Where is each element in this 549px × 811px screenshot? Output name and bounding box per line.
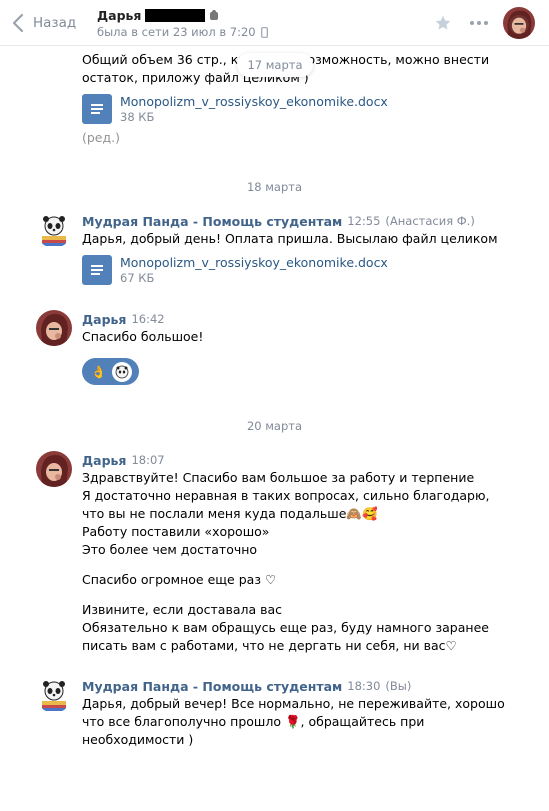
panda-icon	[36, 212, 72, 248]
peer-name: Дарья	[97, 7, 142, 23]
message-text: Обязательно к вам обращусь еще раз, буду…	[82, 620, 489, 635]
profile-photo	[503, 7, 535, 39]
back-button[interactable]: Назад	[12, 12, 76, 34]
chat-header: Назад Дарья была в сети 23 июл в 7:20	[0, 0, 549, 46]
panda-sticker-icon[interactable]	[112, 361, 133, 382]
message-time[interactable]: 18:30	[347, 679, 380, 693]
star-icon	[435, 15, 451, 30]
message-time[interactable]: 12:55	[347, 214, 380, 228]
peer-info[interactable]: Дарья была в сети 23 июл в 7:20	[97, 6, 268, 40]
peer-status: была в сети 23 июл в 7:20	[97, 25, 256, 39]
document-icon	[82, 94, 112, 124]
back-label: Назад	[33, 15, 77, 31]
more-icon	[470, 21, 488, 25]
message-time[interactable]: 18:07	[131, 453, 164, 467]
message-text: что вы не послали меня куда подальше🙈🥰	[82, 506, 378, 521]
reactions-pill[interactable]: 👌	[82, 358, 139, 385]
message-text: Спасибо большое!	[82, 329, 204, 344]
profile-photo	[36, 310, 72, 346]
message-time[interactable]: 16:42	[131, 312, 164, 326]
doc-attachment[interactable]: Monopolizm_v_rossiyskoy_ekonomike.docx 6…	[82, 252, 388, 288]
message-text: Здравствуйте! Спасибо вам большое за раб…	[82, 470, 475, 485]
message-text: что все благополучно прошло 🌹, обращайте…	[82, 714, 425, 729]
user-avatar[interactable]	[36, 451, 72, 487]
profile-photo	[36, 451, 72, 487]
badge-icon	[210, 10, 219, 20]
author-name[interactable]: Мудрая Панда - Помощь студентам	[82, 214, 342, 229]
message-text: Дарья, добрый день! Оплата пришла. Высыл…	[82, 231, 498, 246]
doc-size: 67 КБ	[120, 271, 155, 285]
panda-avatar[interactable]	[36, 212, 72, 248]
date-separator: 18 марта	[246, 180, 303, 194]
ok-hand-icon[interactable]: 👌	[89, 362, 109, 382]
sender-note: (Анастасия Ф.)	[385, 214, 475, 228]
mobile-icon	[260, 26, 268, 38]
message-text: Дарья, добрый вечер! Все нормально, не п…	[82, 696, 505, 711]
redacted-surname	[145, 8, 206, 22]
doc-attachment[interactable]: Monopolizm_v_rossiyskoy_ekonomike.docx 3…	[82, 91, 388, 127]
panda-avatar[interactable]	[36, 677, 72, 713]
sender-note: (Вы)	[385, 679, 412, 693]
header-avatar[interactable]	[503, 7, 535, 39]
author-name[interactable]: Дарья	[82, 453, 126, 468]
star-button[interactable]	[425, 7, 461, 39]
author-name[interactable]: Мудрая Панда - Помощь студентам	[82, 679, 342, 694]
author-name[interactable]: Дарья	[82, 312, 126, 327]
message-text: Это более чем достаточно	[82, 542, 258, 557]
message-text: писать вам с работами, что не дергать ни…	[82, 638, 457, 653]
more-button[interactable]	[461, 7, 497, 39]
floating-date-pill: 17 марта	[237, 53, 313, 77]
chevron-left-icon	[12, 13, 24, 33]
edited-label: (ред.)	[82, 130, 120, 145]
message-text: необходимости )	[82, 732, 194, 747]
document-icon	[82, 255, 112, 285]
doc-size: 38 КБ	[120, 110, 155, 124]
message-text: Спасибо огромное еще раз ♡	[82, 572, 277, 587]
doc-name[interactable]: Monopolizm_v_rossiyskoy_ekonomike.docx	[120, 255, 388, 271]
doc-name[interactable]: Monopolizm_v_rossiyskoy_ekonomike.docx	[120, 94, 388, 110]
panda-icon	[36, 677, 72, 713]
message-text: Я достаточно неравная в таких вопросах, …	[82, 488, 490, 503]
message-text: Работу поставили «хорошо»	[82, 524, 270, 539]
user-avatar[interactable]	[36, 310, 72, 346]
date-separator: 20 марта	[246, 419, 303, 433]
message-text: Извините, если доставала вас	[82, 602, 283, 617]
